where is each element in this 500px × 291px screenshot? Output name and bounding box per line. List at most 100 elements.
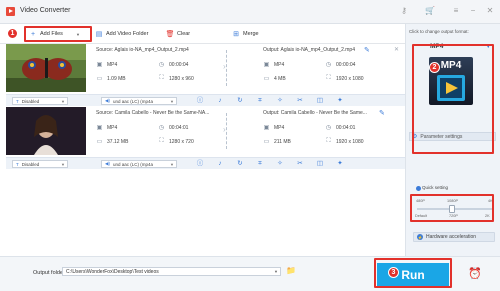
info-icon[interactable]: ⓘ [196,160,204,168]
menu-icon[interactable]: ≡ [450,6,462,16]
add-folder-label: Add Video Folder [106,31,149,37]
rotate-icon[interactable]: ↻ [236,160,244,168]
trim-icon[interactable]: ✂ [296,160,304,168]
output-duration: ◷ 00:04:01 [325,124,356,132]
source-duration: ◷ 00:04:01 [158,124,189,132]
chevron-down-icon[interactable]: ▼ [274,268,278,276]
edit-bar: T Disabled ▼ ◀) und aac (LC) (mp4a ▼ ⓘ ♪ ↻ ⌗… [6,94,405,106]
key-icon[interactable]: ⚷ [398,6,410,16]
subtitle-select[interactable]: T Disabled ▼ [12,97,68,105]
source-format-value: MP4 [107,61,118,68]
subtitle-value: Disabled [21,98,40,104]
alarm-icon[interactable]: ⏰ [468,268,482,280]
video-file-icon: ▣ [263,62,270,68]
audio-select[interactable]: ◀) und aac (LC) (mp4a ▼ [101,97,177,105]
minimize-icon[interactable]: − [467,6,479,16]
crop-icon[interactable]: ⌗ [256,97,264,105]
hardware-acceleration-button[interactable]: ⚡ Hardware acceleration [413,232,495,242]
output-resolution: ⛶ 1920 x 1080 [325,75,363,82]
edit-name-icon[interactable]: ✎ [364,46,370,54]
resolution-icon: ⛶ [159,138,164,144]
convert-divider [226,50,227,86]
rotate-icon[interactable]: ↻ [236,97,244,105]
source-size-value: 1.09 MB [107,75,126,82]
source-format: ▣ MP4 [96,61,118,69]
clear-button[interactable]: 🗑 Clear [166,29,191,39]
source-duration-value: 00:00:04 [169,61,189,68]
chevron-down-icon: ▼ [170,99,174,104]
audio-icon: ◀) [105,98,110,103]
subtitle-value: Disabled [21,161,40,167]
trim-icon[interactable]: ✂ [296,97,304,105]
edit-bar: T Disabled ▼ ◀) und aac (LC) (mp4a ▼ ⓘ ♪ ↻ ⌗… [6,157,405,169]
cart-icon[interactable]: 🛒 [424,6,436,16]
info-icon[interactable]: ⓘ [196,97,204,105]
audio-icon: ◀) [105,161,110,166]
highlight-run [374,258,452,288]
add-video-folder-button[interactable]: ▤ Add Video Folder [95,29,149,39]
merge-button[interactable]: ⊞ Merge [232,29,259,39]
audio-select[interactable]: ◀) und aac (LC) (mp4a ▼ [101,160,177,168]
subtitle-select[interactable]: T Disabled ▼ [12,160,68,168]
convert-divider [226,113,227,149]
quick-setting-icon [416,186,421,191]
effects-icon[interactable]: ✧ [276,160,284,168]
magic-icon[interactable]: ✦ [336,160,344,168]
remove-file-icon[interactable]: ✕ [394,46,399,53]
volume-icon[interactable]: ♪ [216,97,224,105]
chevron-down-icon: ▼ [170,162,174,167]
merge-label: Merge [243,31,259,37]
file-row[interactable]: Source: Aglais io-NA_mp4_Output_2.mp4 ▣ M… [6,44,405,100]
output-resolution-value: 1920 x 1080 [336,138,364,145]
highlight-output-format [412,44,494,154]
clock-icon: ◷ [325,125,332,131]
effects-icon[interactable]: ✧ [276,97,284,105]
size-icon: ▭ [263,139,270,145]
app-title: Video Converter [20,7,71,14]
output-format-value: MP4 [274,124,285,131]
output-duration-value: 00:04:01 [336,124,356,131]
file-row[interactable]: Source: Camila Cabello - Never Be the Sa… [6,107,405,163]
resolution-icon: ⛶ [326,75,331,81]
output-format: ▣ MP4 [263,124,285,132]
output-folder-path[interactable]: C:\Users\WonderFox\Desktop\Test videos ▼ [62,267,281,276]
magic-icon[interactable]: ✦ [336,97,344,105]
app-logo-icon [6,7,15,16]
quick-setting-label: Quick setting [422,185,449,190]
watermark-icon[interactable]: ◫ [316,97,324,105]
size-icon: ▭ [263,76,270,82]
edit-name-icon[interactable]: ✎ [379,109,385,117]
format-hint: Click to change output format: [409,29,469,34]
folder-icon[interactable]: 📁 [286,267,296,275]
audio-value: und aac (LC) (mp4a [112,98,153,104]
title-bar: Video Converter ⚷ 🛒 ≡ − ✕ [0,0,500,24]
output-folder-path-value: C:\Users\WonderFox\Desktop\Test videos [66,269,159,275]
size-icon: ▭ [96,139,103,145]
subtitle-icon: T [16,161,19,167]
step-1-badge: 1 [7,28,18,39]
source-format: ▣ MP4 [96,124,118,132]
source-duration: ◷ 00:00:04 [158,61,189,69]
watermark-icon[interactable]: ◫ [316,160,324,168]
volume-icon[interactable]: ♪ [216,160,224,168]
output-size: ▭ 211 MB [263,138,291,146]
resolution-icon: ⛶ [326,138,331,144]
clear-label: Clear [177,31,191,37]
file-list: Source: Aglais io-NA_mp4_Output_2.mp4 ▣ M… [6,44,405,256]
crop-icon[interactable]: ⌗ [256,160,264,168]
highlight-add-files [24,26,92,42]
output-name: Output: Camila Cabello - Never Be the Sa… [263,110,367,116]
output-format-value: MP4 [274,61,285,68]
add-folder-icon: ▤ [95,31,103,38]
close-icon[interactable]: ✕ [484,6,496,16]
source-resolution-value: 1280 x 720 [169,138,194,145]
step-3-badge: 3 [388,267,399,278]
chevron-down-icon: ▼ [61,162,65,167]
clock-icon: ◷ [158,62,165,68]
subtitle-icon: T [16,98,19,104]
audio-value: und aac (LC) (mp4a [112,161,153,167]
output-name: Output: Aglais io-NA_mp4_Output_2.mp4 [263,47,355,53]
output-duration-value: 00:00:04 [336,61,356,68]
video-file-icon: ▣ [263,125,270,131]
source-resolution: ⛶ 1280 x 960 [158,75,193,82]
